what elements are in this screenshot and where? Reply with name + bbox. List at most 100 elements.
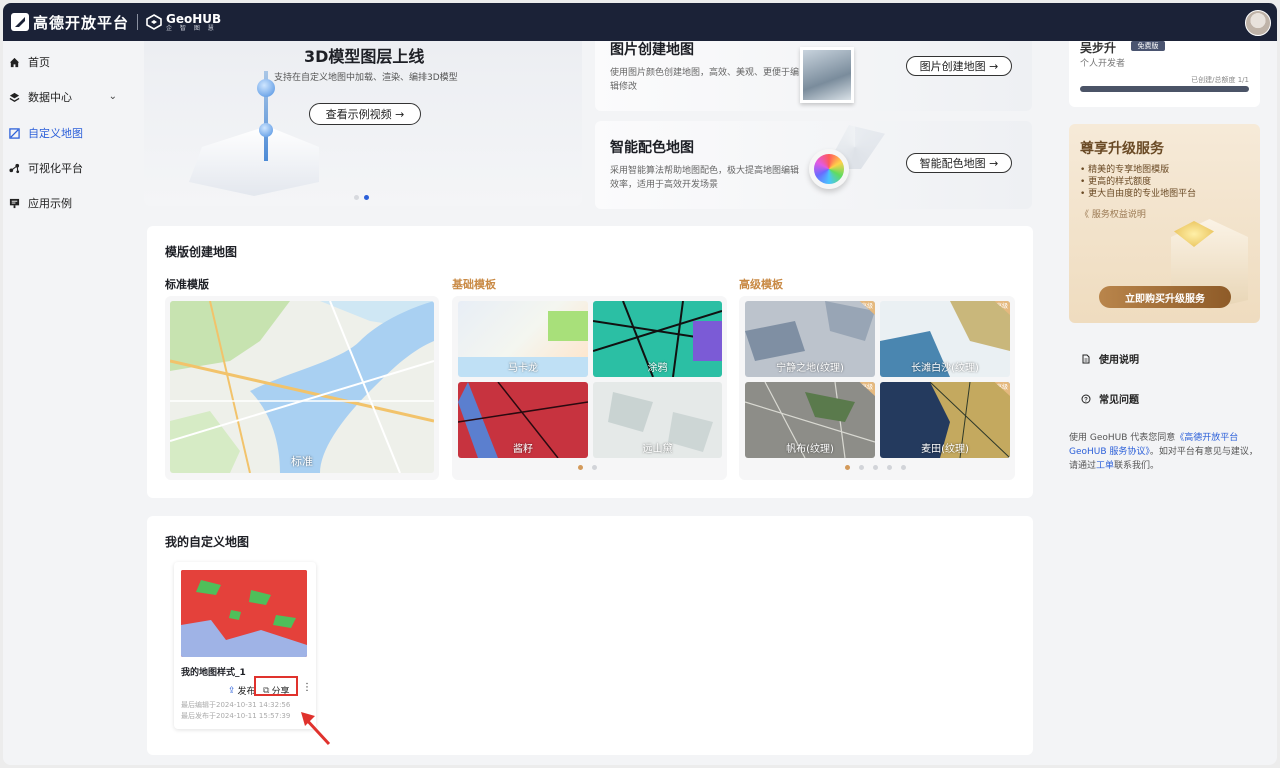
publish-button[interactable]: ⇪ 发布 xyxy=(228,684,256,698)
help-guide-link[interactable]: 使用说明 xyxy=(1081,351,1139,366)
template-tile-wheatfield[interactable]: 高级 麦田(纹理) xyxy=(880,382,1010,458)
pager-dot[interactable] xyxy=(859,465,864,470)
carousel-dot-active[interactable] xyxy=(364,195,369,200)
template-tile-standard[interactable]: 标准 xyxy=(170,301,434,473)
hero-illustration xyxy=(189,126,319,196)
sidebar-item-label: 自定义地图 xyxy=(28,127,83,140)
terms-suffix: 联系我们。 xyxy=(1114,461,1160,471)
carousel-dot[interactable] xyxy=(354,195,359,200)
logo-divider xyxy=(137,14,139,30)
image-map-card[interactable]: 图片创建地图 使用图片颜色创建地图，高效、美观、更便于编辑修改 图片创建地图 → xyxy=(595,41,1032,111)
layers-icon xyxy=(9,92,20,102)
map-name: 我的地图样式_1 xyxy=(181,668,246,678)
section-title: 我的自定义地图 xyxy=(165,535,250,549)
app-window: 高德开放平台 GeoHUB 企 智 图 慧 首页 数据中心 ⌄ 自定义地图 可视… xyxy=(3,3,1277,765)
ticket-link[interactable]: 工单 xyxy=(1096,461,1114,471)
more-options-icon[interactable]: ⋮ xyxy=(302,682,312,693)
sidebar-item-data-center[interactable]: 数据中心 ⌄ xyxy=(9,86,123,108)
basic-pager xyxy=(578,465,597,470)
template-group-basic: 马卡龙 涂鸦 酱籽 远山黛 xyxy=(452,296,727,480)
product-name: GeoHUB xyxy=(166,11,222,26)
brand-name: 高德开放平台 xyxy=(33,13,130,32)
tile-label: 马卡龙 xyxy=(508,363,538,374)
map-thumbnail-preview xyxy=(181,570,307,657)
smart-color-card[interactable]: 智能配色地图 采用智能算法帮助地图配色，极大提高地图编辑效率，适用于高效开发场景… xyxy=(595,121,1032,209)
chart-icon xyxy=(9,163,20,173)
group-title-standard: 标准模版 xyxy=(165,278,209,291)
template-tile-tranquil[interactable]: 高级 宁静之地(纹理) xyxy=(745,301,875,377)
tile-label: 帆布(纹理) xyxy=(786,444,834,455)
last-published: 最后发布于2024-10-11 15:57:39 xyxy=(181,712,291,720)
product-subtitle: 企 智 图 慧 xyxy=(166,24,217,32)
group-title-advanced: 高级模板 xyxy=(739,278,783,291)
sidebar-item-custom-map[interactable]: 自定义地图 xyxy=(9,122,123,144)
create-from-image-button[interactable]: 图片创建地图 → xyxy=(906,56,1012,76)
template-group-advanced: 高级 宁静之地(纹理) 高级 长滩白沙(纹理) 高级 帆布(纹理) 高级 麦田(… xyxy=(739,296,1015,480)
faq-link[interactable]: ? 常见问题 xyxy=(1081,391,1139,406)
feature-title: 图片创建地图 xyxy=(610,42,694,58)
pager-dot[interactable] xyxy=(592,465,597,470)
sidebar-item-label: 可视化平台 xyxy=(28,162,83,175)
map-land xyxy=(548,311,588,341)
pager-dot-active[interactable] xyxy=(845,465,850,470)
account-role: 个人开发者 xyxy=(1080,59,1126,69)
benefits-link[interactable]: 《 服务权益说明 xyxy=(1080,207,1146,220)
map-thumbnail[interactable] xyxy=(181,570,307,657)
template-tile-doodle[interactable]: 涂鸦 xyxy=(593,301,722,377)
template-group-standard: 标准 xyxy=(165,296,439,480)
publish-label: 发布 xyxy=(237,687,256,697)
group-title-basic: 基础模板 xyxy=(452,278,496,291)
buy-upgrade-button[interactable]: 立即购买升级服务 xyxy=(1099,286,1231,308)
photo-illustration xyxy=(800,47,854,103)
account-card: 吴步升 免费版 个人开发者 已创建/总额度 1/1 xyxy=(1069,41,1260,107)
advanced-pager xyxy=(845,465,906,470)
smart-color-button[interactable]: 智能配色地图 → xyxy=(906,153,1012,173)
account-name: 吴步升 xyxy=(1080,41,1117,55)
pager-dot-active[interactable] xyxy=(578,465,583,470)
tower-sphere xyxy=(259,123,273,137)
tile-label: 标准 xyxy=(291,455,313,468)
pager-dot[interactable] xyxy=(901,465,906,470)
template-tile-jam[interactable]: 酱籽 xyxy=(458,382,588,458)
pager-dot[interactable] xyxy=(887,465,892,470)
tile-label: 酱籽 xyxy=(513,444,533,455)
tower-sphere xyxy=(257,79,275,97)
faq-label: 常见问题 xyxy=(1099,395,1139,406)
logo[interactable]: 高德开放平台 GeoHUB 企 智 图 慧 xyxy=(11,12,221,33)
sidebar-item-visualization[interactable]: 可视化平台 xyxy=(9,157,123,179)
terms-prefix: 使用 GeoHUB 代表您同意 xyxy=(1069,433,1176,443)
template-tile-canvas[interactable]: 高级 帆布(纹理) xyxy=(745,382,875,458)
upgrade-card: 尊享升级服务 精美的专享地图模版 更高的样式额度 更大自由度的专业地图平台 《 … xyxy=(1069,124,1260,323)
feature-description: 使用图片颜色创建地图，高效、美观、更便于编辑修改 xyxy=(610,68,800,92)
tile-label: 麦田(纹理) xyxy=(921,444,969,455)
feature-description: 采用智能算法帮助地图配色，极大提高地图编辑效率，适用于高效开发场景 xyxy=(610,166,800,190)
monitor-icon xyxy=(9,198,20,208)
tile-label: 长滩白沙(纹理) xyxy=(911,363,979,374)
chevron-down-icon[interactable]: ⌄ xyxy=(109,91,117,102)
last-edited: 最后编辑于2024-10-31 14:32:56 xyxy=(181,701,291,709)
sidebar-item-home[interactable]: 首页 xyxy=(9,51,123,73)
question-icon: ? xyxy=(1081,394,1091,403)
map-card[interactable]: 我的地图样式_1 ⇪ 发布 ⧉ 分享 ⋮ 最后编辑于2024-10-31 14:… xyxy=(174,562,316,729)
color-wheel-icon xyxy=(809,149,849,189)
share-highlight-box xyxy=(254,676,298,696)
template-tile-macaron[interactable]: 马卡龙 xyxy=(458,301,588,377)
user-avatar[interactable] xyxy=(1245,10,1271,36)
standard-map-preview xyxy=(170,301,434,473)
template-tile-yuanshandai[interactable]: 远山黛 xyxy=(593,382,722,458)
feature-title: 智能配色地图 xyxy=(610,140,694,156)
upload-icon: ⇪ xyxy=(228,685,236,696)
template-tile-longbeach[interactable]: 高级 长滩白沙(纹理) xyxy=(880,301,1010,377)
plan-badge: 免费版 xyxy=(1131,41,1165,51)
hero-banner[interactable]: 3D模型图层上线 支持在自定义地图中加载、渲染、编排3D模型 查看示例视频 → xyxy=(144,41,582,206)
upgrade-feature-item: 更大自由度的专业地图平台 xyxy=(1080,188,1196,200)
hero-description: 支持在自定义地图中加载、渲染、编排3D模型 xyxy=(274,73,458,83)
terms-notice: 使用 GeoHUB 代表您同意《高德开放平台GeoHUB 服务协议》。如对平台有… xyxy=(1069,431,1259,473)
pager-dot[interactable] xyxy=(873,465,878,470)
amap-logo-icon xyxy=(11,13,29,31)
document-icon xyxy=(1082,354,1090,363)
sidebar-item-label: 首页 xyxy=(28,56,50,69)
sidebar-item-label: 数据中心 xyxy=(28,91,72,104)
watch-video-button[interactable]: 查看示例视频 → xyxy=(309,103,421,125)
sidebar-item-examples[interactable]: 应用示例 xyxy=(9,192,123,214)
